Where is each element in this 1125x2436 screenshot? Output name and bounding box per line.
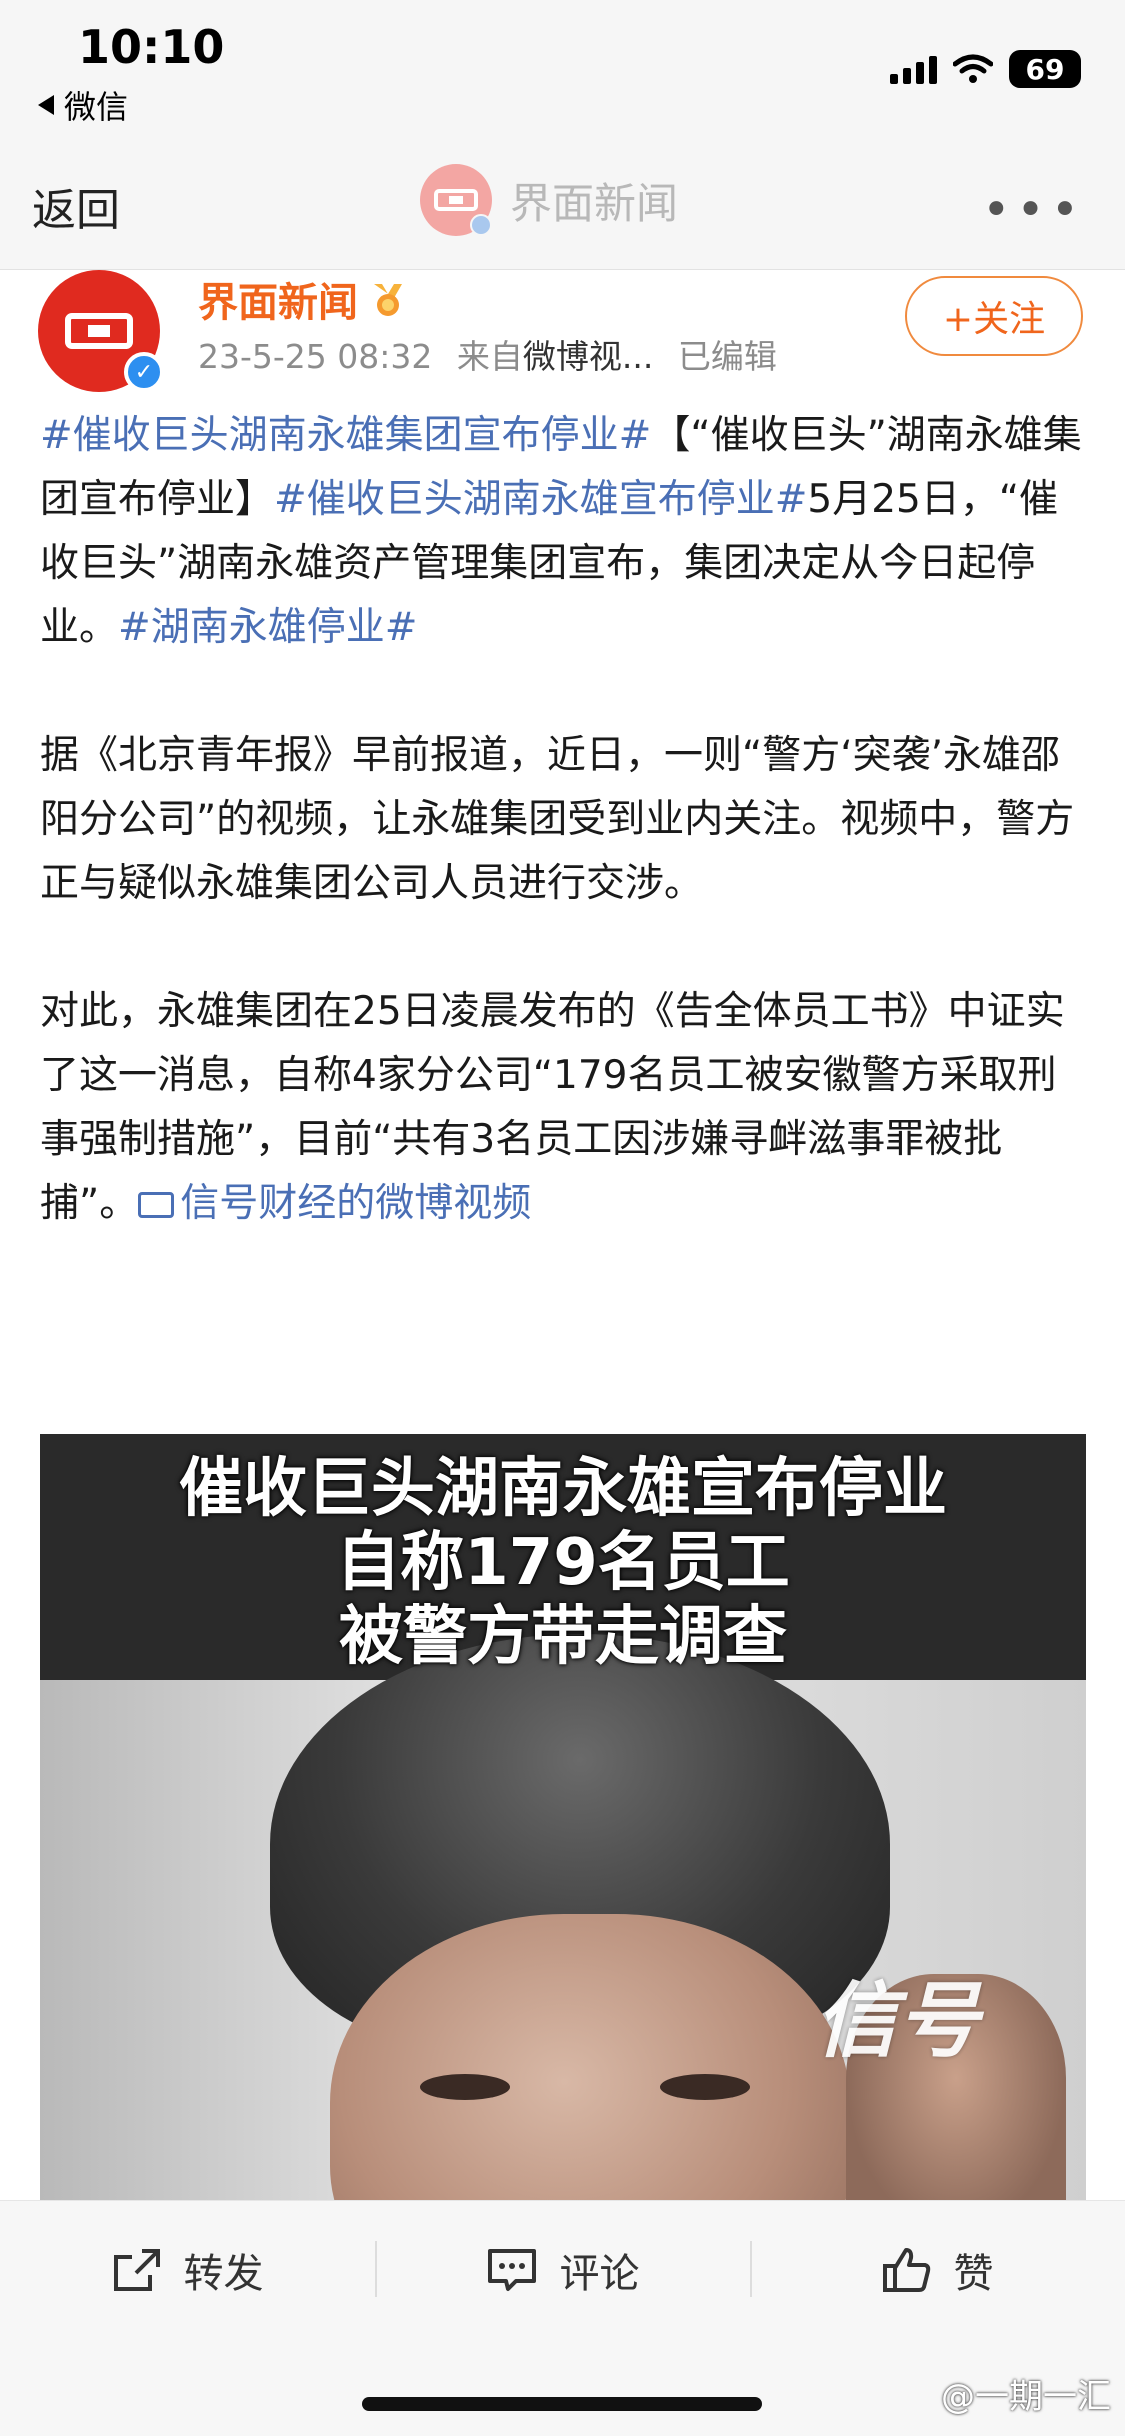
like-button[interactable]: 赞 bbox=[750, 2201, 1125, 2339]
video-watermark-logo: 信号 bbox=[815, 1974, 979, 2069]
author-avatar[interactable]: ✓ bbox=[38, 270, 164, 392]
post-content: #催收巨头湖南永雄集团宣布停业#【“催收巨头”湖南永雄集团宣布停业】#催收巨头湖… bbox=[40, 404, 1090, 1300]
battery-indicator: 69 bbox=[1009, 50, 1081, 88]
video-caption: 催收巨头湖南永雄宣布停业 自称179名员工 被警方带走调查 bbox=[179, 1452, 947, 1674]
post-meta: 23-5-25 08:32 来自微博视... 已编辑 bbox=[198, 330, 777, 378]
comment-button[interactable]: 评论 bbox=[375, 2201, 750, 2339]
follow-button[interactable]: +关注 bbox=[905, 276, 1083, 356]
brand-logo-icon bbox=[65, 313, 133, 349]
paragraph-1: #催收巨头湖南永雄集团宣布停业#【“催收巨头”湖南永雄集团宣布停业】#催收巨头湖… bbox=[40, 413, 1082, 650]
account-logo-icon bbox=[420, 164, 492, 236]
status-icons: 69 bbox=[890, 50, 1081, 88]
video-camera-icon bbox=[138, 1192, 175, 1218]
post-from-label: 来自 bbox=[456, 337, 523, 376]
home-indicator[interactable] bbox=[362, 2397, 762, 2411]
medal-icon bbox=[374, 284, 402, 316]
nav-account[interactable]: 界面新闻 bbox=[420, 164, 678, 236]
more-menu-button[interactable]: ••• bbox=[982, 182, 1085, 238]
post-source[interactable]: 微博视... bbox=[523, 337, 653, 376]
wifi-icon bbox=[953, 54, 993, 83]
nav-bar: 返回 界面新闻 ••• bbox=[0, 148, 1125, 270]
cellular-signal-icon bbox=[890, 54, 937, 84]
author-name[interactable]: 界面新闻 bbox=[198, 270, 406, 328]
nav-title: 界面新闻 bbox=[510, 178, 679, 228]
repost-button[interactable]: 转发 bbox=[0, 2201, 375, 2339]
video-player[interactable]: 催收巨头湖南永雄宣布停业 自称179名员工 被警方带走调查 信号 bbox=[40, 1434, 1086, 2202]
post-date: 23-5-25 08:32 bbox=[198, 337, 433, 376]
status-bar: 10:10 微信 69 bbox=[0, 0, 1125, 148]
action-bar: 转发 评论 赞 @一期一汇 bbox=[0, 2200, 1125, 2436]
share-box-icon bbox=[113, 2249, 160, 2291]
post-edited: 已编辑 bbox=[677, 337, 777, 376]
hashtag-link[interactable]: #湖南永雄停业# bbox=[118, 605, 417, 650]
back-button[interactable]: 返回 bbox=[32, 174, 120, 238]
paragraph-2: 据《北京青年报》早前报道，近日，一则“警方‘突袭’永雄邵阳分公司”的视频，让永雄… bbox=[40, 733, 1075, 906]
status-time: 10:10 bbox=[78, 20, 225, 74]
comment-bubble-icon bbox=[487, 2249, 536, 2291]
video-link[interactable]: 信号财经的微博视频 bbox=[138, 1181, 531, 1226]
source-watermark: @一期一汇 bbox=[941, 2377, 1111, 2417]
paragraph-3: 对此，永雄集团在25日凌晨发布的《告全体员工书》中证实了这一消息，自称4家分公司… bbox=[40, 989, 1065, 1226]
back-triangle-icon bbox=[38, 95, 54, 115]
post-header: ✓ 界面新闻 23-5-25 08:32 来自微博视... 已编辑 +关注 bbox=[0, 270, 1125, 392]
thumbs-up-icon bbox=[882, 2248, 930, 2292]
hashtag-link[interactable]: #催收巨头湖南永雄宣布停业# bbox=[274, 477, 807, 522]
verified-badge-icon: ✓ bbox=[124, 352, 164, 392]
back-app-label: 微信 bbox=[64, 88, 129, 126]
hashtag-link[interactable]: #催收巨头湖南永雄集团宣布停业# bbox=[40, 413, 651, 458]
back-to-app-button[interactable]: 微信 bbox=[38, 82, 128, 128]
